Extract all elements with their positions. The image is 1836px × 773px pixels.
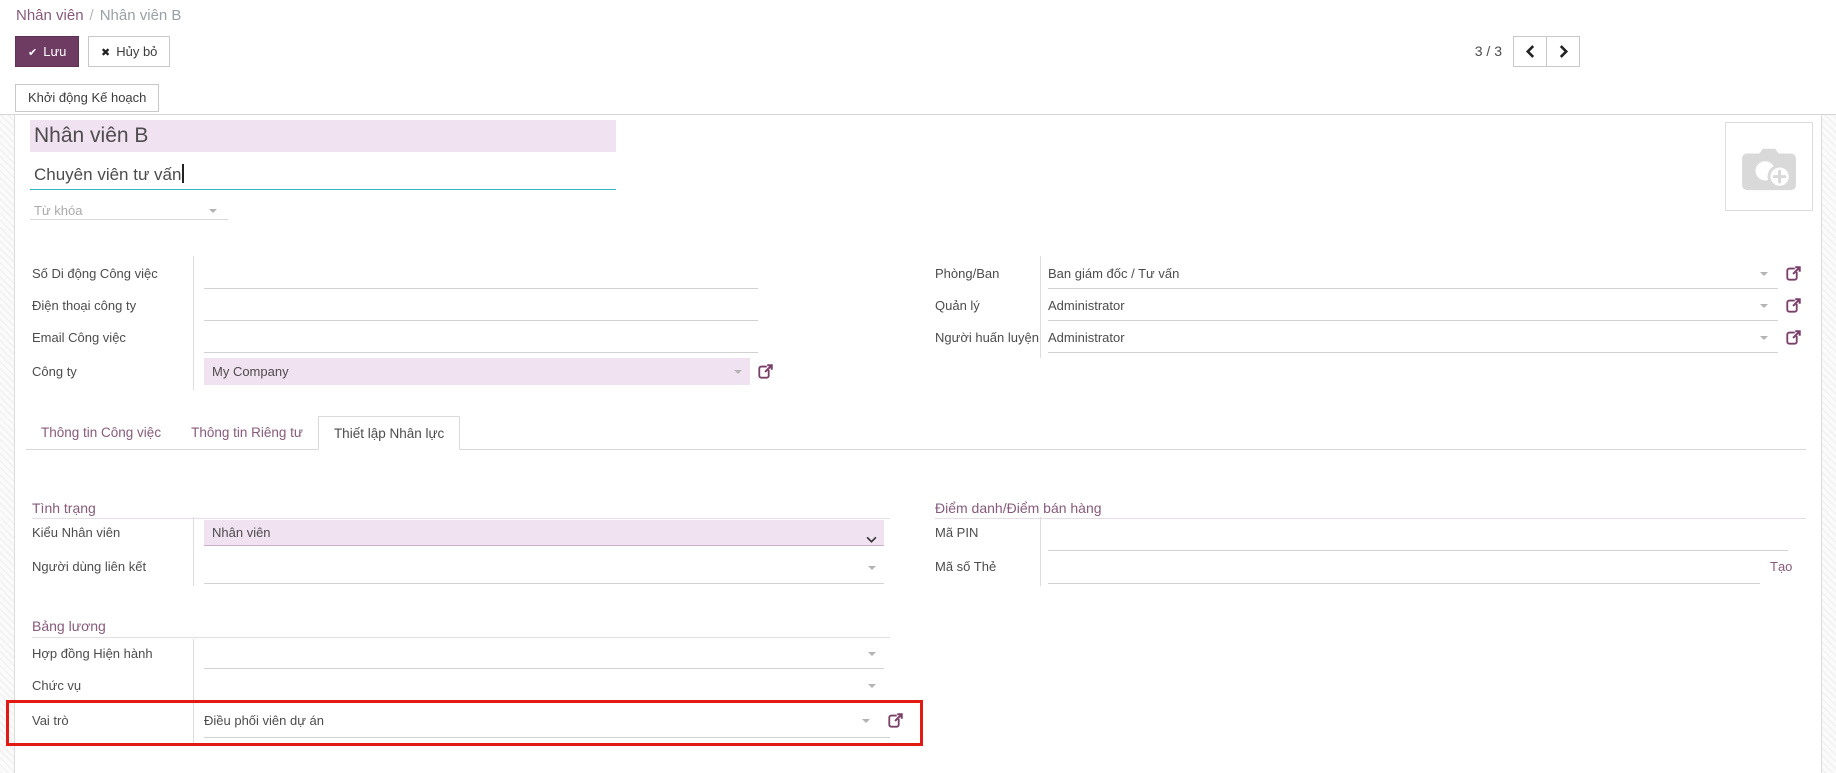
notebook-tabs: Thông tin Công việc Thông tin Riêng tư T… [26,416,460,450]
column-separator [1040,517,1041,586]
control-panel: Nhân viên/Nhân viên B ✔ Lưu ✖ Hủy bỏ 3 / 3… [0,0,1836,115]
dropdown-caret-icon[interactable] [868,652,876,656]
related-user-input[interactable] [204,583,884,584]
pager-counter: 3 / 3 [1420,36,1502,67]
launch-plan-label: Khởi động Kế hoạch [28,90,146,105]
dropdown-caret-icon[interactable] [1760,272,1768,276]
dropdown-caret-icon[interactable] [209,209,217,213]
section-rule [935,518,1806,519]
save-button-label: Lưu [43,44,66,59]
field-label-department: Phòng/Ban [935,259,999,289]
employee-type-value: Nhân viên [212,525,271,540]
section-rule [32,637,890,638]
field-label-badge-id: Mã số Thẻ [935,552,996,582]
field-label-related-user: Người dùng liên kết [32,552,146,582]
launch-plan-button[interactable]: Khởi động Kế hoạch [15,84,159,112]
breadcrumb-separator: / [84,7,100,24]
check-icon: ✔ [28,47,37,59]
field-label-work-mobile: Số Di động Công việc [32,259,158,289]
dropdown-caret-icon[interactable] [734,370,742,374]
employee-name-input[interactable]: Nhân viên B [30,120,616,152]
field-label-coach: Người huấn luyện [935,323,1039,353]
column-separator [193,256,194,390]
field-label-manager: Quản lý [935,291,980,321]
text-cursor [182,164,184,183]
work-email-input[interactable] [204,352,758,353]
generate-badge-link[interactable]: Tạo [1770,552,1792,582]
section-title-payroll: Bảng lương [32,617,106,635]
dropdown-caret-icon[interactable] [868,566,876,570]
camera-plus-icon [1740,142,1798,192]
dropdown-caret-icon[interactable] [1760,336,1768,340]
external-link-icon[interactable] [758,364,773,384]
column-separator [1040,256,1041,358]
company-field[interactable]: My Company [204,358,750,385]
employee-photo-upload[interactable] [1725,122,1813,211]
tab-hr-settings[interactable]: Thiết lập Nhân lực [318,416,460,450]
close-icon: ✖ [101,47,110,59]
field-label-pin-code: Mã PIN [935,518,978,548]
field-label-current-contract: Hợp đồng Hiện hành [32,639,153,669]
tab-private-information[interactable]: Thông tin Riêng tư [176,416,318,450]
department-field[interactable]: Ban giám đốc / Tư vấn [1048,259,1179,289]
badge-id-input[interactable] [1048,583,1760,584]
save-button[interactable]: ✔ Lưu [15,36,79,67]
work-phone-input[interactable] [204,320,758,321]
field-label-work-email: Email Công việc [32,323,126,353]
work-mobile-input[interactable] [204,288,758,289]
pin-code-input[interactable] [1048,550,1788,551]
employee-type-select[interactable]: Nhân viên [204,520,884,546]
external-link-icon[interactable] [1786,298,1801,318]
breadcrumb: Nhân viên/Nhân viên B [16,4,181,28]
manager-underline [1048,320,1778,321]
pager-previous-button[interactable] [1513,36,1547,67]
discard-button[interactable]: ✖ Hủy bỏ [88,36,170,67]
select-chevron-icon [866,530,877,548]
pager-next-button[interactable] [1546,36,1580,67]
external-link-icon[interactable] [1786,330,1801,350]
pager [1513,36,1580,67]
breadcrumb-parent-link[interactable]: Nhân viên [16,7,84,24]
section-rule [32,518,890,519]
chevron-right-icon [1558,45,1569,58]
role-field[interactable]: Điều phối viên dự án [204,706,324,736]
column-separator [193,517,194,586]
role-underline [204,737,890,738]
section-title-status: Tình trạng [32,499,96,517]
manager-field[interactable]: Administrator [1048,291,1125,321]
dropdown-caret-icon[interactable] [1760,304,1768,308]
field-label-employee-type: Kiểu Nhân viên [32,518,120,548]
column-separator [193,639,194,746]
field-label-job-position: Chức vụ [32,671,81,701]
external-link-icon[interactable] [1786,266,1801,286]
job-position-input[interactable] [204,700,884,701]
tab-work-information[interactable]: Thông tin Công việc [26,416,176,450]
external-link-icon[interactable] [888,713,903,733]
field-label-company: Công ty [32,357,77,387]
chevron-left-icon [1525,45,1536,58]
discard-button-label: Hủy bỏ [116,44,157,59]
job-title-text: Chuyên viên tư vấn [34,165,181,184]
coach-underline [1048,352,1778,353]
tags-input[interactable]: Từ khóa [30,201,228,220]
section-title-attendance: Điểm danh/Điểm bán hàng [935,499,1102,517]
current-contract-input[interactable] [204,668,884,669]
field-label-work-phone: Điện thoại công ty [32,291,136,321]
breadcrumb-current: Nhân viên B [100,7,182,24]
job-title-input[interactable]: Chuyên viên tư vấn [30,160,616,190]
department-underline [1048,288,1778,289]
coach-field[interactable]: Administrator [1048,323,1125,353]
field-label-role: Vai trò [32,706,69,736]
employee-form-screen: Nhân viên/Nhân viên B ✔Lưu ✖Hủy bỏ 3 / 3… [0,0,1836,773]
dropdown-caret-icon[interactable] [868,684,876,688]
dropdown-caret-icon[interactable] [862,719,870,723]
